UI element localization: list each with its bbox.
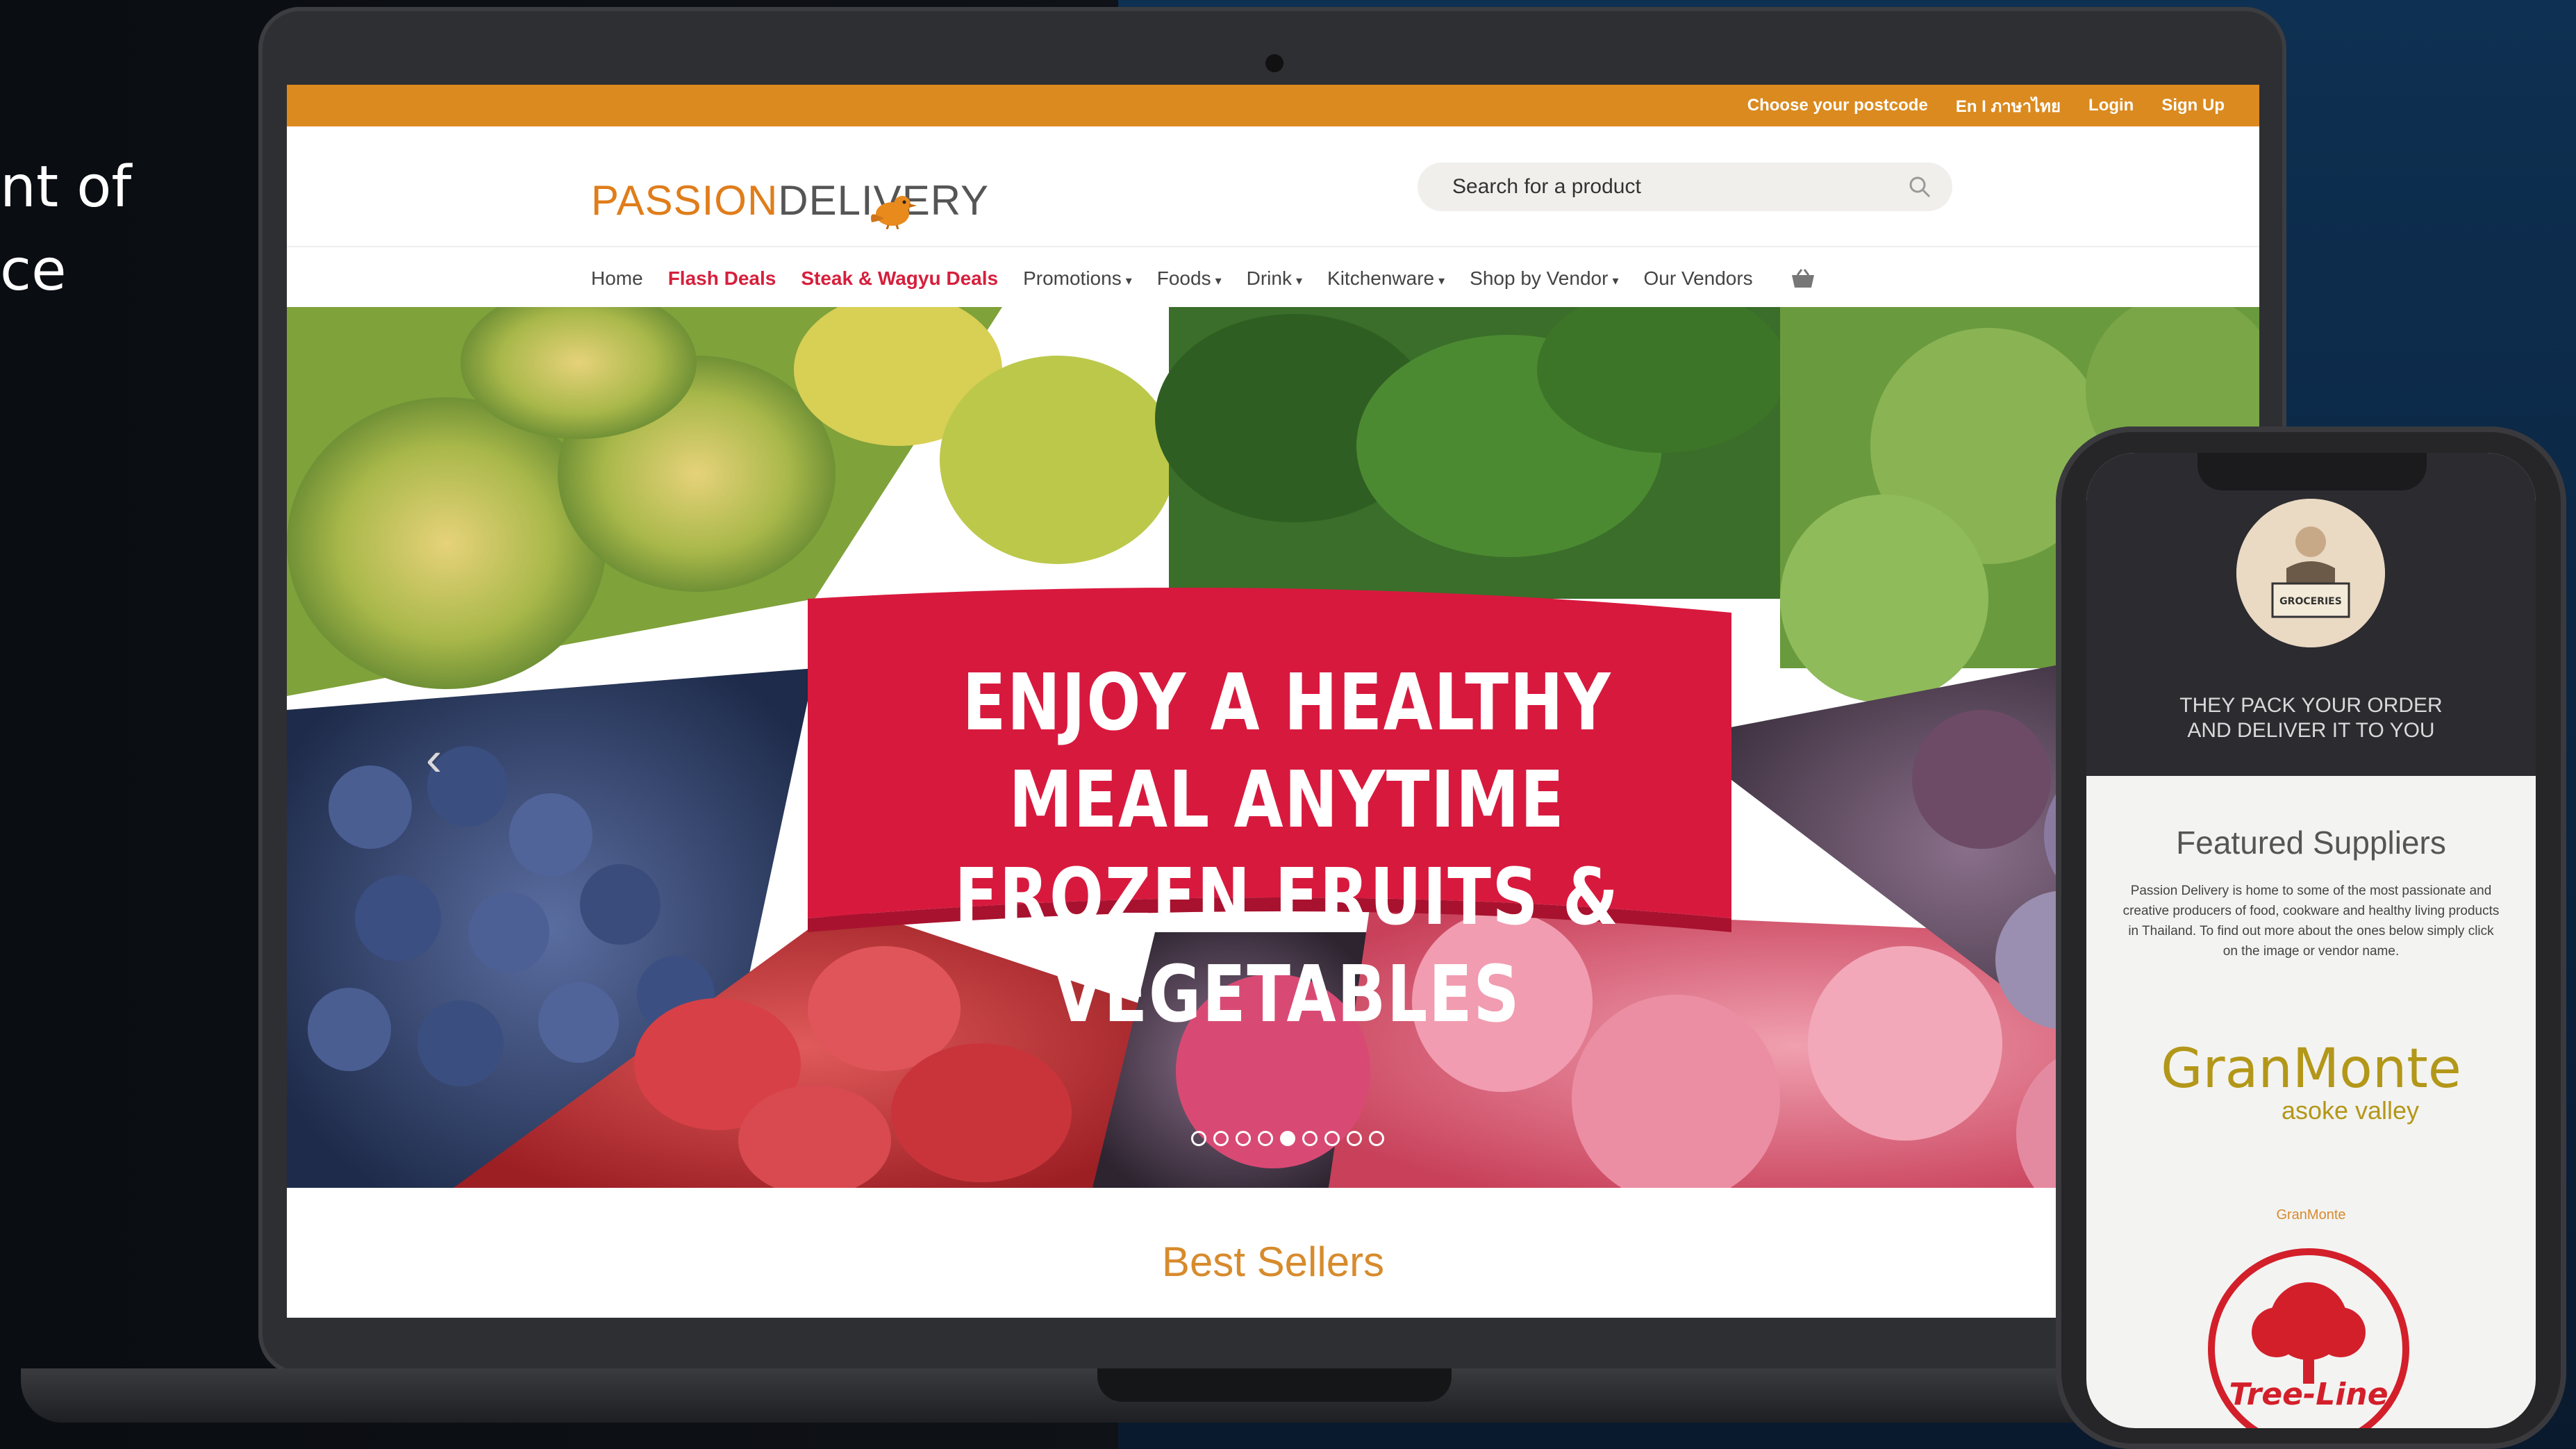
phone-notch	[2197, 453, 2427, 490]
carousel-dot[interactable]	[1236, 1131, 1251, 1146]
treeline-label: Tree-Line	[2229, 1377, 2388, 1412]
side-caption: nt of ce	[0, 146, 131, 313]
laptop-screen: Choose your postcode En I ภาษาไทย Login …	[287, 85, 2259, 1318]
side-caption-line2: ce	[0, 238, 67, 304]
phone-tagline: THEY PACK YOUR ORDER AND DELIVER IT TO Y…	[2086, 693, 2536, 743]
caret-down-icon: ▾	[1438, 274, 1445, 288]
nav-foods[interactable]: Foods ▾	[1157, 267, 1222, 290]
hero-banner: ENJOY A HEALTHY MEAL ANYTIME FROZEN FRUI…	[287, 307, 2259, 1188]
nav-drink-label: Drink	[1246, 267, 1292, 289]
phone-frame: GROCERIES THEY PACK YOUR ORDER AND DELIV…	[2056, 427, 2566, 1449]
signup-link[interactable]: Sign Up	[2161, 96, 2225, 115]
nav-foods-label: Foods	[1156, 267, 1211, 289]
carousel-dot[interactable]	[1258, 1131, 1273, 1146]
featured-suppliers-title: Featured Suppliers	[2176, 825, 2446, 861]
banner-headline: ENJOY A HEALTHY MEAL ANYTIME FROZEN FRUI…	[908, 654, 1666, 1043]
caret-down-icon: ▾	[1125, 274, 1132, 288]
nav-kitchenware[interactable]: Kitchenware ▾	[1327, 267, 1445, 290]
nav-steak-wagyu-deals[interactable]: Steak & Wagyu Deals	[801, 267, 998, 290]
carousel-dot[interactable]	[1302, 1131, 1318, 1146]
nav-home[interactable]: Home	[591, 267, 643, 290]
carousel-dots	[1191, 1131, 1384, 1146]
nav-shop-by-vendor[interactable]: Shop by Vendor ▾	[1470, 267, 1618, 290]
granmonte-link[interactable]: GranMonte	[2086, 1207, 2536, 1223]
nav-promotions[interactable]: Promotions ▾	[1023, 267, 1132, 290]
choose-postcode-link[interactable]: Choose your postcode	[1747, 96, 1928, 115]
nav-kitchenware-label: Kitchenware	[1327, 267, 1435, 289]
login-link[interactable]: Login	[2088, 96, 2134, 115]
side-caption-line1: nt of	[0, 154, 132, 220]
carousel-dot[interactable]	[1369, 1131, 1384, 1146]
carousel-dot[interactable]	[1347, 1131, 1362, 1146]
laptop-camera	[1265, 54, 1283, 72]
banner-line1: ENJOY A HEALTHY MEAL ANYTIME	[962, 658, 1612, 845]
laptop-notch	[1097, 1368, 1452, 1402]
search-box[interactable]: Search for a product	[1418, 163, 1952, 211]
phone-tagline-line1: THEY PACK YOUR ORDER	[2179, 694, 2443, 717]
carousel-dot[interactable]	[1191, 1131, 1206, 1146]
nav-promotions-label: Promotions	[1023, 267, 1122, 289]
nav-our-vendors[interactable]: Our Vendors	[1643, 267, 1752, 290]
language-switch[interactable]: En I ภาษาไทย	[1956, 92, 2061, 119]
carousel-dot[interactable]	[1213, 1131, 1229, 1146]
granmonte-logo[interactable]: GranMonte	[2086, 1038, 2536, 1100]
phone-tagline-line2: AND DELIVER IT TO YOU	[2187, 719, 2435, 742]
logo-part1: PASSION	[591, 177, 779, 224]
top-bar: Choose your postcode En I ภาษาไทย Login …	[287, 85, 2259, 126]
main-nav: Home Flash Deals Steak & Wagyu Deals Pro…	[287, 246, 2259, 311]
search-input[interactable]: Search for a product	[1452, 163, 1641, 211]
search-icon[interactable]	[1908, 175, 1931, 199]
treeline-logo[interactable]: Tree-Line	[2204, 1245, 2413, 1428]
featured-suppliers-desc: Passion Delivery is home to some of the …	[2122, 884, 2500, 959]
caret-down-icon: ▾	[1215, 274, 1222, 288]
bird-logo-icon	[871, 196, 917, 229]
carousel-prev-icon[interactable]: ‹	[426, 731, 442, 786]
banner-line2: FROZEN FRUITS & VEGETABLES	[954, 852, 1620, 1040]
site-logo[interactable]: PASSIONDELIVERY	[591, 176, 989, 224]
nav-drink[interactable]: Drink ▾	[1247, 267, 1302, 290]
best-sellers-heading: Best Sellers	[1161, 1239, 1385, 1285]
avatar-label: GROCERIES	[2279, 596, 2342, 607]
nav-shop-by-vendor-label: Shop by Vendor	[1470, 267, 1609, 289]
carousel-dot[interactable]	[1280, 1131, 1295, 1146]
basket-icon[interactable]	[1790, 268, 1815, 289]
granmonte-subtitle: asoke valley	[2281, 1096, 2420, 1125]
nav-flash-deals[interactable]: Flash Deals	[668, 267, 776, 290]
caret-down-icon: ▾	[1295, 274, 1303, 288]
site-header: PASSIONDELIVERY Search for a product	[287, 126, 2259, 247]
carousel-dot[interactable]	[1324, 1131, 1340, 1146]
caret-down-icon: ▾	[1612, 274, 1619, 288]
groceries-avatar: GROCERIES	[2236, 499, 2385, 647]
phone-screen: GROCERIES THEY PACK YOUR ORDER AND DELIV…	[2086, 453, 2536, 1428]
